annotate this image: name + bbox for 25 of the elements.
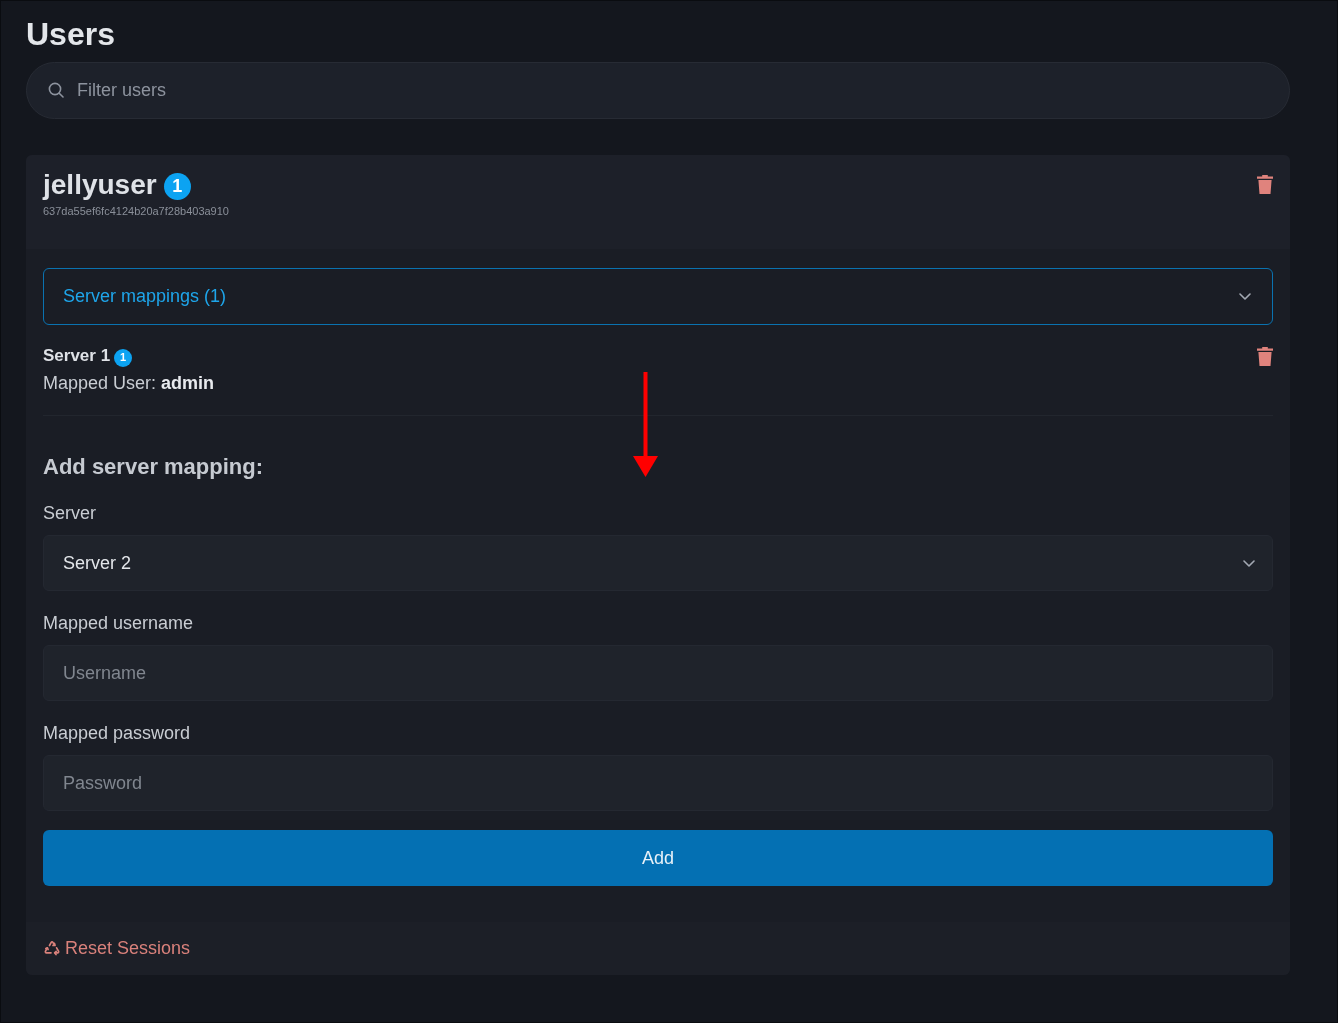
mapped-user-text: Mapped User: admin	[43, 372, 215, 395]
user-id: 637da55ef6fc4124b20a7f28b403a910	[43, 204, 229, 218]
page-title: Users	[26, 15, 115, 54]
add-button[interactable]: Add	[43, 830, 1273, 886]
chevron-down-icon	[1243, 559, 1255, 567]
recycle-icon	[43, 939, 61, 958]
search-icon	[48, 82, 64, 98]
server-name: Server 1	[43, 345, 111, 367]
field-label: Mapped username	[43, 612, 194, 635]
count-badge: 1	[163, 172, 191, 200]
user-name: jellyuser	[43, 168, 157, 202]
search-field[interactable]: Filter users	[26, 62, 1290, 119]
field-label: Server	[43, 502, 96, 525]
accordion-header[interactable]: Server mappings (1)	[43, 268, 1273, 325]
section-heading: Add server mapping:	[43, 453, 264, 481]
count-badge: 1	[114, 348, 133, 367]
field-label: Mapped password	[43, 722, 191, 745]
server-select[interactable]: Server 2	[43, 535, 1273, 591]
down-arrow-icon	[633, 372, 658, 477]
chevron-down-icon	[1239, 293, 1251, 300]
password-field[interactable]: Password	[43, 755, 1273, 811]
text-field[interactable]: Username	[43, 645, 1273, 701]
trash-icon[interactable]	[1257, 175, 1273, 194]
reset-sessions-link[interactable]: Reset Sessions	[43, 935, 191, 962]
trash-icon[interactable]	[1257, 347, 1273, 366]
